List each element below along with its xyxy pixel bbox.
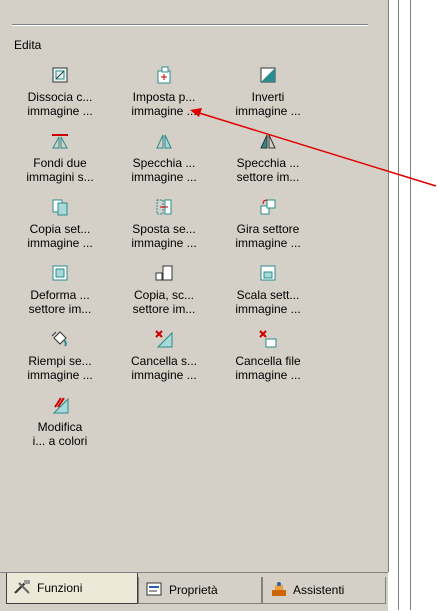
tool-dissociate[interactable]: Dissocia c... immagine ...: [8, 64, 112, 130]
tool-delete-file[interactable]: Cancella file immagine ...: [216, 328, 320, 394]
tab-label: Proprietà: [169, 583, 218, 597]
copy-sector-icon: [49, 196, 71, 218]
deform-icon: [49, 262, 71, 284]
assistants-icon: [269, 581, 289, 600]
tool-set-point[interactable]: Imposta p... immagine ...: [112, 64, 216, 130]
tools-icon: [13, 579, 33, 598]
edit-colors-icon: [49, 394, 71, 416]
tool-mirror-sector[interactable]: Specchia ... settore im...: [216, 130, 320, 196]
pane-border: [410, 0, 411, 610]
tab-proprieta[interactable]: Proprietà: [138, 577, 262, 604]
pane-border: [398, 0, 399, 610]
tab-label: Funzioni: [37, 581, 83, 595]
tab-bar: Funzioni Proprietà Assistenti: [0, 572, 388, 611]
copy-scale-icon: [153, 262, 175, 284]
section-title: Edita: [14, 38, 42, 52]
tool-scale-sector[interactable]: Scala sett... immagine ...: [216, 262, 320, 328]
tab-funzioni[interactable]: Funzioni: [6, 573, 138, 604]
delete-file-icon: [257, 328, 279, 350]
tool-delete-sector[interactable]: Cancella s... immagine ...: [112, 328, 216, 394]
tab-assistenti[interactable]: Assistenti: [262, 577, 386, 604]
invert-icon: [257, 64, 279, 86]
right-pane: [389, 0, 438, 610]
tool-copy-scale[interactable]: Copia, sc... settore im...: [112, 262, 216, 328]
tool-copy-sector[interactable]: Copia set... immagine ...: [8, 196, 112, 262]
tool-deform[interactable]: Deforma ... settore im...: [8, 262, 112, 328]
tool-merge[interactable]: Fondi due immagini s...: [8, 130, 112, 196]
tool-grid: Dissocia c... immagine ... Imposta p... …: [8, 64, 332, 460]
mirror-image-icon: [153, 130, 175, 152]
properties-icon: [145, 581, 165, 600]
fill-bucket-icon: [49, 328, 71, 350]
tool-fill-sector[interactable]: Riempi se... immagine ...: [8, 328, 112, 394]
tool-invert[interactable]: Inverti immagine ...: [216, 64, 320, 130]
tool-move-sector[interactable]: Sposta se... immagine ...: [112, 196, 216, 262]
divider: [12, 24, 368, 26]
delete-sector-icon: [153, 328, 175, 350]
merge-icon: [49, 130, 71, 152]
tool-mirror-image[interactable]: Specchia ... immagine ...: [112, 130, 216, 196]
tool-rotate-sector[interactable]: Gira settore immagine ...: [216, 196, 320, 262]
scale-sector-icon: [257, 262, 279, 284]
tab-label: Assistenti: [293, 583, 345, 597]
dissociate-icon: [49, 64, 71, 86]
mirror-sector-icon: [257, 130, 279, 152]
edit-panel: Edita Dissocia c... immagine ... Imposta…: [0, 0, 389, 572]
rotate-sector-icon: [257, 196, 279, 218]
move-sector-icon: [153, 196, 175, 218]
set-point-icon: [153, 64, 175, 86]
tool-edit-colors[interactable]: Modifica i... a colori: [8, 394, 112, 460]
